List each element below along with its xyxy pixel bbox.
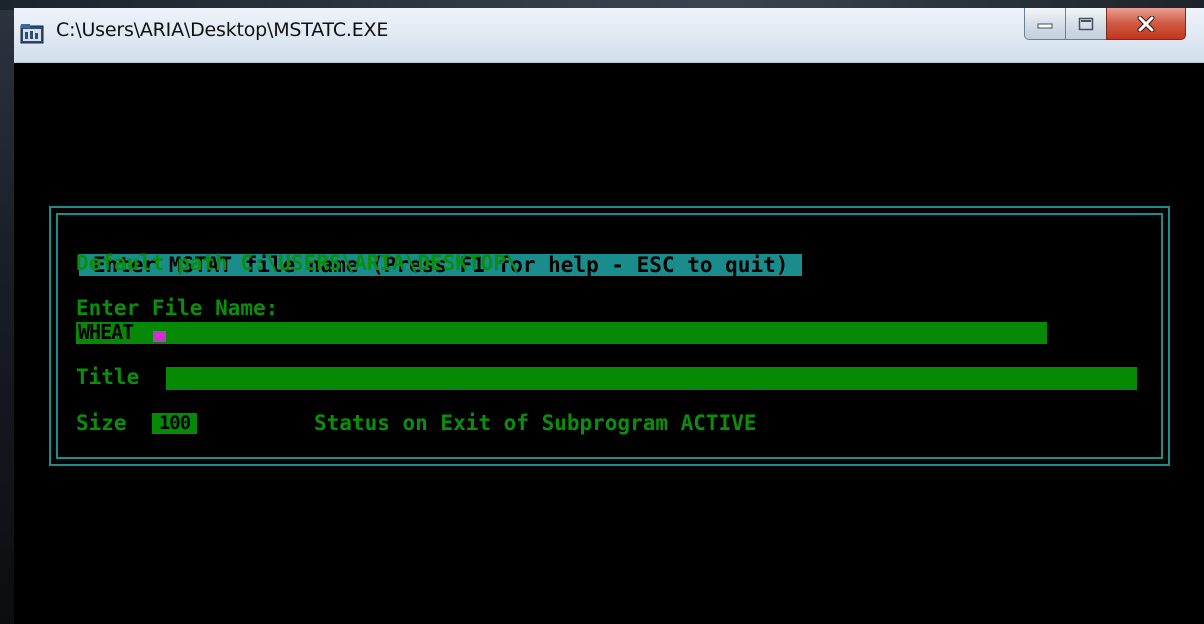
close-icon [1137,15,1155,32]
console-app-icon [20,24,44,44]
console-window: C:\Users\ARIA\Desktop\MSTATC.EXE Enter M… [14,8,1204,624]
file-name-label: Enter File Name: [76,296,279,320]
file-name-input[interactable]: WHEAT [76,320,1047,344]
minimize-button[interactable] [1024,8,1066,40]
title-input[interactable] [166,367,1137,390]
console-area: Enter MSTAT file name (Press F1 for help… [14,63,1204,624]
default-path-text: Default path C:\USERS\ARIA\DESKTOP\ [76,251,519,275]
file-name-value: WHEAT [78,320,134,344]
maximize-icon [1078,17,1094,30]
status-text: Status on Exit of Subprogram ACTIVE [314,411,757,435]
close-button[interactable] [1106,8,1186,40]
size-input[interactable]: 100 [152,413,197,434]
window-title: C:\Users\ARIA\Desktop\MSTATC.EXE [56,19,389,41]
title-bar[interactable]: C:\Users\ARIA\Desktop\MSTATC.EXE [14,8,1204,63]
size-label: Size [76,411,127,435]
title-label: Title [76,365,140,389]
desktop-background [0,0,14,624]
maximize-button[interactable] [1065,8,1107,40]
text-cursor [153,331,166,342]
minimize-icon [1037,23,1053,28]
